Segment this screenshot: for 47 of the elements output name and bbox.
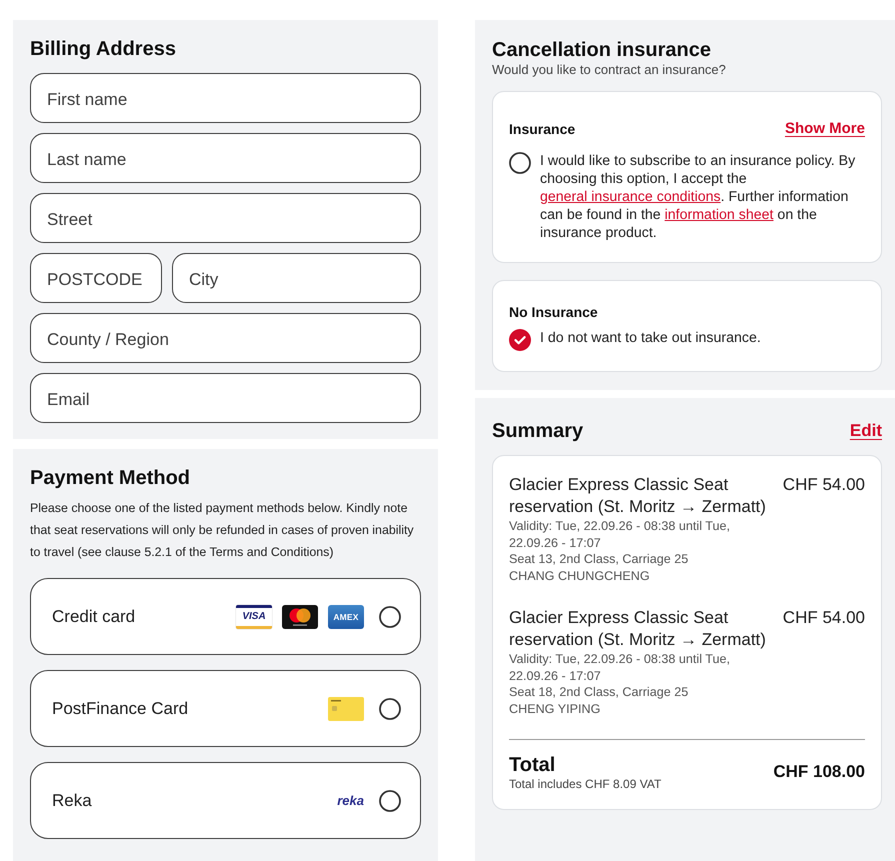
- total-amount: CHF 108.00: [773, 762, 865, 782]
- input-field[interactable]: POSTCODE: [30, 253, 162, 303]
- text-link[interactable]: information sheet: [664, 207, 774, 223]
- item-detail: Seat 18, 2nd Class, Carriage 25: [509, 684, 690, 701]
- section-title: Summary: [492, 419, 584, 443]
- item-title: Glacier Express Classic Seat reservation (St. Moritz → Zermatt): [509, 606, 767, 651]
- payment-method-name: Credit card: [52, 606, 136, 626]
- radio-button[interactable]: [379, 606, 401, 628]
- input-field[interactable]: Email: [30, 373, 421, 423]
- item-detail: Validity: Tue, 22.09.26 - 08:38 until Tue, 22.09.26 - 17:07: [509, 650, 731, 684]
- input-field[interactable]: Last name: [30, 133, 421, 183]
- edit-link[interactable]: Edit: [850, 419, 882, 443]
- visa-logo: VISA: [236, 604, 272, 628]
- option-description: I would like to subscribe to an insurance policy. By choosing this option, I accept the general insurance conditions. Further information can be found in the information sheet on the insurance product.: [540, 152, 856, 242]
- payment-method-name: Reka: [52, 790, 93, 810]
- text-link[interactable]: general insurance conditions: [540, 189, 721, 205]
- bank-card-icon: [328, 696, 364, 720]
- item-detail: CHANG CHUNGCHENG: [509, 568, 651, 585]
- section-title: Cancellation insurance: [492, 38, 712, 62]
- section-title: Billing Address: [30, 37, 177, 61]
- item-price: CHF 54.00: [782, 606, 865, 629]
- amex-logo: AMEX: [328, 604, 364, 628]
- vat-note: Total includes CHF 8.09 VAT: [509, 776, 662, 792]
- reka-logo: reka: [337, 792, 364, 808]
- option-title: Insurance: [509, 120, 576, 138]
- interlocking-circles-icon: [282, 604, 318, 628]
- payment-description: Please choose one of the listed payment methods below. Kindly note that seat reservations will only be refunded in cases of proven inability to travel (see clause 5.2.1 of the Terms and Conditions): [30, 500, 415, 561]
- section-subtitle: Would you like to contract an insurance?: [492, 62, 727, 77]
- radio-button[interactable]: [379, 698, 401, 720]
- input-field[interactable]: First name: [30, 73, 421, 123]
- payment-method-name: PostFinance Card: [52, 698, 190, 718]
- input-field[interactable]: Street: [30, 193, 421, 243]
- total-label: Total: [509, 752, 556, 777]
- input-field[interactable]: County / Region: [30, 313, 421, 363]
- show-more-link[interactable]: Show More: [784, 120, 865, 138]
- item-detail: Validity: Tue, 22.09.26 - 08:38 until Tue, 22.09.26 - 17:07: [509, 518, 731, 552]
- item-title: Glacier Express Classic Seat reservation (St. Moritz → Zermatt): [509, 474, 767, 518]
- radio-button[interactable]: [379, 790, 401, 812]
- item-detail: CHENG YIPING: [509, 700, 602, 718]
- input-field[interactable]: City: [172, 253, 421, 303]
- radio-button[interactable]: [509, 152, 531, 174]
- item-price: CHF 54.00: [782, 474, 865, 496]
- section-title: Payment Method: [30, 466, 192, 490]
- option-title: No Insurance: [509, 303, 598, 321]
- item-detail: Seat 13, 2nd Class, Carriage 25: [509, 551, 690, 568]
- option-description: I do not want to take out insurance.: [540, 329, 762, 347]
- radio-button[interactable]: [509, 329, 531, 351]
